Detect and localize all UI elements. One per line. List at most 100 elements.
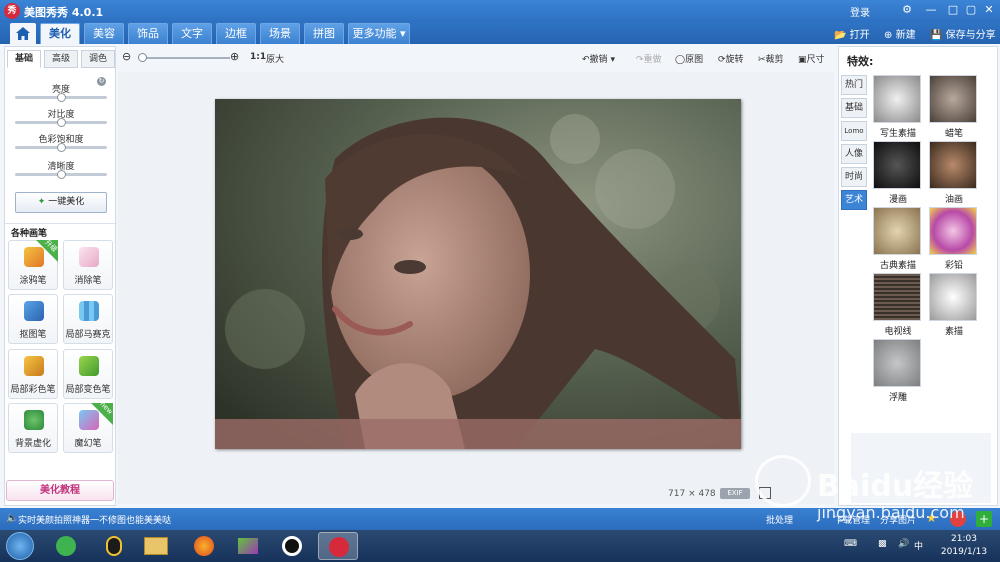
- share-image-button[interactable]: 分享图片: [880, 513, 916, 526]
- maximize-icon[interactable]: ▢: [964, 3, 978, 17]
- adjust-panel: 基础 高级 调色 ↻ 亮度 对比度 色彩饱和度 清晰度 ✦ 一键美化 各种画笔 …: [4, 46, 117, 506]
- system-clock[interactable]: 21:03 2019/1/13: [930, 533, 998, 559]
- new-button[interactable]: ⊕ 新建: [884, 26, 916, 41]
- subtab-basic[interactable]: 基础: [7, 50, 41, 68]
- tab-beautify[interactable]: 美化: [40, 23, 80, 44]
- effect-oil-painting[interactable]: 油画: [929, 141, 979, 207]
- subtab-color[interactable]: 调色: [81, 50, 115, 68]
- zoom-ratio[interactable]: 1:1: [250, 52, 266, 62]
- download-manager-button[interactable]: 下载管理: [834, 513, 870, 526]
- brush-recolor[interactable]: 局部变色笔: [63, 349, 113, 399]
- edited-photo[interactable]: [215, 99, 741, 449]
- brightness-knob[interactable]: [57, 93, 66, 102]
- main-nav: 美化 美容 饰品 文字 边框 场景 拼图 更多功能 ▾ 📂 打开 ⊕ 新建 💾 …: [0, 22, 1000, 44]
- sharpness-slider[interactable]: [15, 170, 107, 179]
- brightness-slider[interactable]: [15, 93, 107, 102]
- saturation-slider[interactable]: [15, 143, 107, 152]
- minimize-icon[interactable]: —: [924, 3, 938, 17]
- effects-title: 特效:: [847, 55, 874, 68]
- effect-label: 漫画: [888, 195, 907, 205]
- effect-sketch-color[interactable]: 写生素描: [873, 75, 923, 141]
- effect-tab-hot[interactable]: 热门: [841, 75, 867, 95]
- brush-graffiti[interactable]: 升级 涂鸦笔: [8, 238, 59, 290]
- effect-tv-lines[interactable]: 电视线: [873, 273, 923, 339]
- volume-icon[interactable]: 🔊: [898, 539, 909, 549]
- brush-magic[interactable]: new 魔幻笔: [63, 400, 115, 453]
- brush-background-blur[interactable]: 背景虚化: [8, 403, 58, 453]
- saturation-knob[interactable]: [57, 143, 66, 152]
- subtab-advanced[interactable]: 高级: [44, 50, 78, 68]
- effect-tab-basic[interactable]: 基础: [841, 98, 867, 118]
- contrast-knob[interactable]: [57, 118, 66, 127]
- login-link[interactable]: 登录: [850, 4, 870, 19]
- plus-icon[interactable]: +: [976, 511, 992, 527]
- close-icon[interactable]: ✕: [982, 3, 996, 17]
- tab-makeup[interactable]: 美容: [84, 23, 124, 44]
- keyboard-icon[interactable]: ⌨: [844, 539, 857, 549]
- badge-text: new: [98, 400, 115, 416]
- compare-icon[interactable]: [759, 487, 771, 499]
- effect-label: 写生素描: [879, 129, 916, 139]
- crop-icon: ✂: [758, 55, 766, 65]
- skin-icon[interactable]: ⚙: [900, 3, 914, 17]
- tutorial-button[interactable]: 美化教程: [6, 480, 114, 501]
- effect-color-pencil[interactable]: 彩铅: [929, 207, 979, 273]
- original-size-label[interactable]: 原大: [266, 52, 284, 65]
- original-button[interactable]: ◯原图: [675, 52, 703, 65]
- status-message[interactable]: 实时美颜拍照神器一不修图也能美美哒: [18, 513, 171, 526]
- home-tab[interactable]: [10, 23, 36, 44]
- save-share-button[interactable]: 💾 保存与分享: [930, 26, 996, 41]
- taskbar-app-firefox[interactable]: [184, 532, 224, 560]
- open-button[interactable]: 📂 打开: [834, 26, 870, 41]
- batch-button[interactable]: 批处理: [766, 513, 793, 526]
- open-label: 打开: [849, 30, 870, 41]
- tab-frame[interactable]: 边框: [216, 23, 256, 44]
- zoom-slider[interactable]: [138, 53, 230, 62]
- resize-button[interactable]: ▣尺寸: [798, 52, 825, 65]
- redo-button[interactable]: ↷重做: [636, 52, 662, 65]
- zoom-out-icon[interactable]: ⊖: [122, 50, 131, 63]
- tab-more[interactable]: 更多功能 ▾: [348, 23, 410, 44]
- weibo-icon[interactable]: [950, 511, 966, 527]
- resize-label: 尺寸: [806, 55, 825, 65]
- start-button[interactable]: [6, 532, 34, 560]
- restore-icon[interactable]: □: [946, 3, 960, 17]
- sharpness-knob[interactable]: [57, 170, 66, 179]
- undo-button[interactable]: ↶撤销 ▾: [582, 52, 615, 65]
- mosaic-icon: [79, 301, 99, 321]
- tab-text[interactable]: 文字: [172, 23, 212, 44]
- brush-cutout[interactable]: 抠图笔: [8, 294, 58, 344]
- contrast-slider[interactable]: [15, 118, 107, 127]
- brush-mosaic[interactable]: 局部马赛克: [63, 294, 113, 344]
- tab-collage[interactable]: 拼图: [304, 23, 344, 44]
- rotate-button[interactable]: ⟳旋转: [718, 52, 744, 65]
- effect-crayon[interactable]: 蜡笔: [929, 75, 979, 141]
- tab-scene[interactable]: 场景: [260, 23, 300, 44]
- taskbar-app-recorder[interactable]: [272, 532, 312, 560]
- effect-classic-sketch[interactable]: 古典素描: [873, 207, 923, 273]
- one-click-beautify-button[interactable]: ✦ 一键美化: [15, 192, 107, 213]
- zoom-in-icon[interactable]: ⊕: [230, 50, 239, 63]
- redo-icon: ↷: [636, 55, 644, 65]
- taskbar-app-qq[interactable]: [94, 532, 134, 560]
- taskbar-app-video[interactable]: [228, 532, 268, 560]
- effect-emboss[interactable]: 浮雕: [873, 339, 923, 405]
- effect-tab-portrait[interactable]: 人像: [841, 144, 867, 164]
- zoom-knob[interactable]: [138, 53, 147, 62]
- brush-local-color[interactable]: 局部彩色笔: [8, 349, 58, 399]
- effect-tab-art[interactable]: 艺术: [841, 190, 867, 210]
- ime-icon[interactable]: 中: [914, 539, 923, 552]
- crop-button[interactable]: ✂裁剪: [758, 52, 784, 65]
- network-icon[interactable]: ▩: [878, 539, 887, 549]
- exif-button[interactable]: EXIF: [720, 488, 750, 499]
- effect-tab-lomo[interactable]: Lomo: [841, 121, 867, 141]
- effect-sketch[interactable]: 素描: [929, 273, 979, 339]
- taskbar-app-explorer[interactable]: [136, 532, 176, 560]
- effect-comic[interactable]: 漫画: [873, 141, 923, 207]
- taskbar-app-meitu[interactable]: [318, 532, 358, 560]
- star-icon[interactable]: ★: [926, 511, 942, 527]
- brush-eraser[interactable]: 消除笔: [63, 240, 113, 290]
- tab-accessories[interactable]: 饰品: [128, 23, 168, 44]
- effect-tab-fashion[interactable]: 时尚: [841, 167, 867, 187]
- taskbar-app-browser[interactable]: [46, 532, 86, 560]
